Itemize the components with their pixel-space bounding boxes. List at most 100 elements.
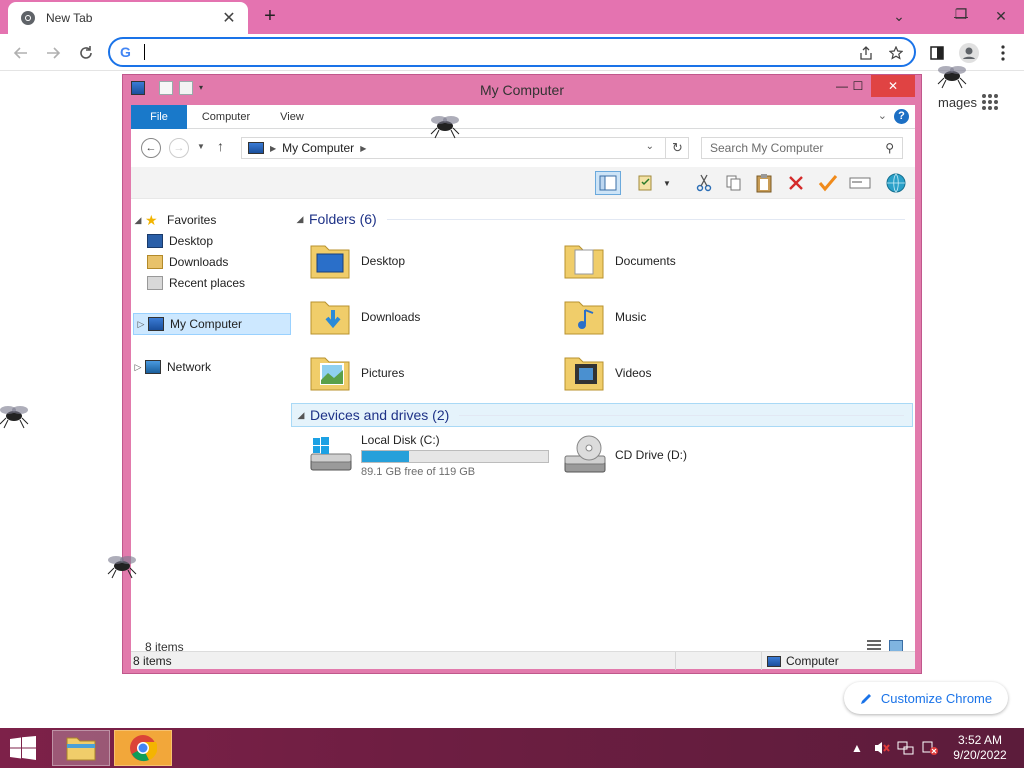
group-header-folders[interactable]: ◢ Folders (6)	[291, 207, 913, 231]
folder-videos[interactable]: Videos	[561, 347, 801, 399]
network-status-icon[interactable]	[896, 738, 916, 758]
copy-button[interactable]	[721, 171, 747, 195]
nav-network[interactable]: ▷ Network	[131, 356, 289, 378]
file-explorer-icon	[66, 737, 96, 761]
address-history-chevron-icon[interactable]: ⌄	[646, 141, 654, 152]
nav-my-computer-label: My Computer	[170, 317, 243, 331]
folder-music[interactable]: Music	[561, 291, 801, 343]
checklist-properties-icon	[638, 175, 652, 191]
cut-button[interactable]	[691, 171, 717, 195]
tab-close-icon[interactable]: ✕	[220, 8, 238, 28]
group-divider	[386, 218, 905, 220]
omnibox[interactable]: G	[108, 37, 916, 67]
properties-dropdown-icon[interactable]: ▼	[663, 179, 671, 188]
group-collapse-icon[interactable]: ◢	[291, 214, 309, 225]
reload-icon	[80, 46, 92, 59]
forward-button[interactable]	[40, 40, 66, 66]
network-icon	[145, 360, 161, 374]
drive-d[interactable]: CD Drive (D:)	[561, 429, 687, 481]
nav-recent-places[interactable]: Recent places	[147, 272, 305, 294]
back-button[interactable]: ←	[141, 138, 161, 158]
collapsed-arrow-icon[interactable]: ▷	[134, 319, 148, 330]
close-window-button[interactable]: ✕	[984, 0, 1018, 32]
preview-pane-button[interactable]	[595, 171, 621, 195]
ntp-images-link[interactable]: mages	[938, 95, 977, 110]
explorer-maximize-button[interactable]: ☐	[843, 75, 873, 97]
address-path[interactable]: My Computer	[282, 141, 354, 155]
chrome-menu-button[interactable]	[990, 40, 1016, 66]
address-bar[interactable]: ▶ My Computer ▶ ⌄	[241, 137, 689, 159]
ribbon-expand-chevron-icon[interactable]: ⌄	[878, 109, 887, 122]
tray-overflow-chevron-icon[interactable]: ▲	[850, 738, 864, 758]
taskbar-clock[interactable]: 3:52 AM 9/20/2022	[948, 733, 1012, 763]
omnibox-input[interactable]	[146, 42, 846, 62]
forward-button[interactable]: →	[169, 138, 189, 158]
pictures-folder-icon	[310, 357, 350, 391]
google-apps-grid-icon[interactable]	[981, 93, 999, 111]
rename-button[interactable]	[847, 171, 873, 195]
explorer-close-button[interactable]: ✕	[871, 75, 915, 97]
share-icon[interactable]	[856, 43, 876, 63]
favorites-star-icon: ★	[145, 212, 158, 228]
address-separator-chevron-icon[interactable]: ▶	[270, 144, 276, 153]
drive-c[interactable]: Local Disk (C:) 89.1 GB free of 119 GB	[307, 429, 549, 481]
status-bar: 8 items Computer	[131, 651, 915, 670]
nav-favorites[interactable]: ◢ ★ Favorites	[131, 209, 289, 231]
drive-usage-bar	[361, 449, 549, 463]
volume-muted-icon[interactable]	[872, 738, 892, 758]
tab-search-chevron-icon[interactable]: ⌄	[882, 0, 916, 32]
reload-button[interactable]	[73, 40, 99, 66]
paste-button[interactable]	[751, 171, 777, 195]
group-header-devices[interactable]: ◢ Devices and drives (2)	[291, 403, 913, 427]
tab-new-tab[interactable]: New Tab ✕	[8, 2, 248, 34]
restore-button[interactable]: ❐	[944, 0, 978, 30]
folder-downloads[interactable]: Downloads	[307, 291, 547, 343]
bookmark-star-icon[interactable]	[886, 43, 906, 63]
content-pane: ◢ Folders (6) Desktop Documents Download…	[291, 199, 915, 635]
tab-file[interactable]: File	[131, 105, 187, 129]
nav-my-computer[interactable]: ▷ My Computer	[133, 313, 291, 335]
nav-desktop-label: Desktop	[169, 234, 214, 248]
help-icon[interactable]: ?	[894, 109, 909, 124]
drive-name: CD Drive (D:)	[615, 448, 687, 462]
nav-downloads[interactable]: Downloads	[147, 251, 305, 273]
taskbar-file-explorer[interactable]	[52, 730, 110, 766]
rename-field-icon	[849, 177, 871, 189]
folder-documents[interactable]: Documents	[561, 235, 801, 287]
group-devices-label: Devices and drives (2)	[310, 407, 450, 423]
drive-meta: Local Disk (C:) 89.1 GB free of 119 GB	[361, 433, 549, 478]
expanded-arrow-icon[interactable]: ◢	[131, 215, 145, 226]
search-icon: ⚲	[885, 141, 894, 155]
folder-name: Documents	[615, 254, 676, 268]
refresh-button[interactable]: ↻	[665, 137, 689, 159]
web-globe-button[interactable]	[883, 171, 909, 195]
back-button[interactable]	[8, 40, 34, 66]
folder-pictures[interactable]: Pictures	[307, 347, 547, 399]
delete-button[interactable]	[783, 171, 809, 195]
back-arrow-icon	[13, 47, 27, 59]
checkmark-button[interactable]	[815, 171, 841, 195]
windows-start-icon[interactable]	[8, 736, 38, 760]
command-bar: ▼	[131, 167, 915, 199]
explorer-body: File Computer View ⌄ ? ← → ▼ ↑ ▶ My Comp…	[131, 105, 915, 670]
tab-computer[interactable]: Computer	[193, 105, 259, 129]
search-box[interactable]: Search My Computer ⚲	[701, 137, 903, 159]
status-divider	[761, 652, 762, 670]
address-separator-chevron-icon[interactable]: ▶	[360, 144, 366, 153]
globe-icon	[886, 173, 906, 193]
new-tab-button[interactable]: +	[258, 4, 282, 28]
fly-sprite-icon	[937, 66, 967, 89]
explorer-titlebar[interactable]: ▾ My Computer — ☐ ✕	[123, 75, 921, 105]
up-arrow-icon[interactable]: ↑	[217, 138, 224, 154]
collapsed-arrow-icon[interactable]: ▷	[131, 362, 145, 373]
folder-desktop[interactable]: Desktop	[307, 235, 547, 287]
nav-desktop[interactable]: Desktop	[147, 230, 305, 252]
tab-view[interactable]: View	[269, 105, 315, 129]
customize-chrome-button[interactable]: Customize Chrome	[844, 682, 1008, 714]
action-center-alert-icon[interactable]	[920, 738, 940, 758]
recent-locations-chevron-icon[interactable]: ▼	[197, 142, 205, 151]
properties-button[interactable]	[633, 171, 659, 195]
documents-folder-icon	[564, 245, 604, 279]
group-collapse-icon[interactable]: ◢	[292, 410, 310, 421]
taskbar-chrome[interactable]	[114, 730, 172, 766]
